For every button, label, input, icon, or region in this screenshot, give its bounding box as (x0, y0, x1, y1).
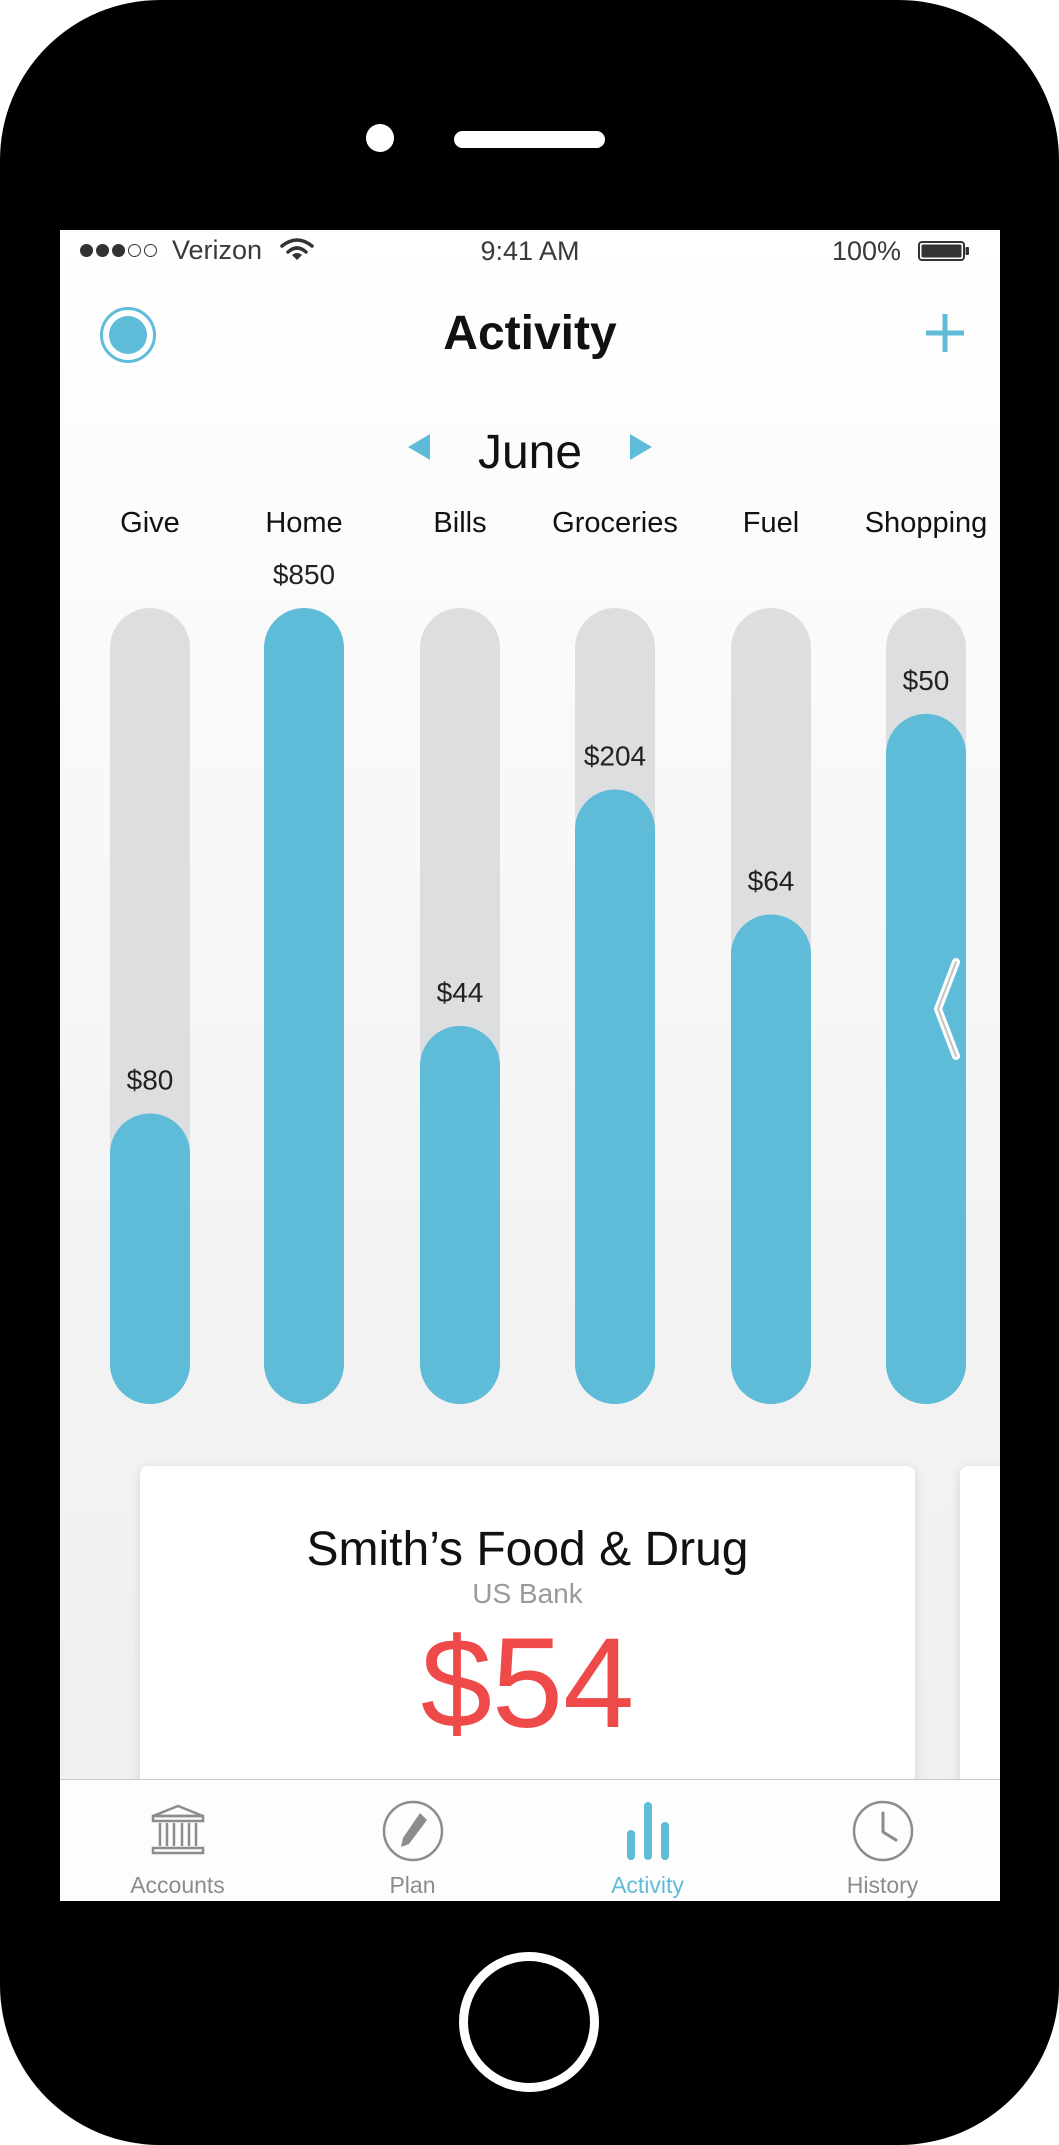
category-label: Groceries (552, 507, 678, 539)
tab-label-history: History (846, 1872, 919, 1898)
camera-icon (366, 124, 394, 152)
tab-label-activity: Activity (611, 1872, 684, 1898)
month-label: June (477, 426, 583, 479)
tab-activity[interactable]: Activity (530, 1780, 765, 1901)
app-screen: Verizon 9:41 AM 100% Activity Give $80 H… (60, 230, 1000, 1901)
category-label: Give (120, 507, 180, 539)
next-month-button[interactable] (626, 430, 656, 464)
clock-icon (852, 1800, 914, 1862)
tab-label-accounts: Accounts (130, 1872, 225, 1898)
tab-label-plan: Plan (389, 1872, 436, 1898)
pencil-icon (382, 1800, 444, 1862)
category-label: Bills (433, 507, 486, 539)
speaker-grille (454, 131, 605, 148)
tab-accounts[interactable]: Accounts (60, 1780, 295, 1901)
bar-chart-icon (627, 1802, 669, 1860)
bar-home[interactable] (264, 608, 344, 1404)
tab-plan[interactable]: Plan (295, 1780, 530, 1901)
bank-icon (151, 1804, 205, 1855)
phone-frame: Verizon 9:41 AM 100% Activity Give $80 H… (0, 0, 1059, 2145)
spending-chart: Give $80 Home $850 Bills $44 Groceries $204 Fuel… (110, 507, 988, 1404)
bar-groceries[interactable] (575, 789, 655, 1404)
category-label: Home (265, 507, 342, 539)
merchant-name: Smith’s Food & Drug (306, 1523, 749, 1576)
bar-bills[interactable] (420, 1025, 500, 1404)
triangle-right-icon (630, 434, 652, 460)
bar-give[interactable] (110, 1113, 190, 1404)
value-label: $850 (273, 559, 335, 590)
chevron-left-icon[interactable] (926, 954, 966, 1064)
transaction-amount: $54 (420, 1612, 635, 1755)
value-label: $50 (903, 665, 950, 696)
bar-fuel[interactable] (731, 914, 811, 1404)
value-label: $64 (748, 865, 795, 896)
value-label: $44 (437, 977, 484, 1008)
value-label: $80 (127, 1064, 174, 1095)
bank-name: US Bank (472, 1578, 583, 1609)
value-label: $204 (584, 740, 646, 771)
tab-history[interactable]: History (765, 1780, 1000, 1901)
category-label: Fuel (743, 507, 799, 539)
tab-bar: Accounts Plan Activity History (60, 1779, 1000, 1901)
home-button[interactable] (459, 1952, 599, 2092)
category-label: Shopping (865, 507, 988, 539)
